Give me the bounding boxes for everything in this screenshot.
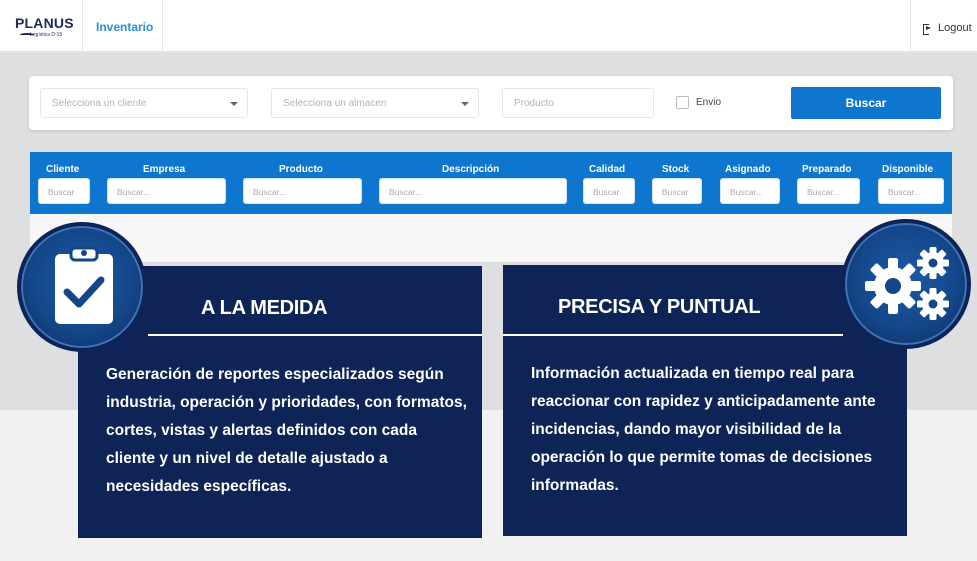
panel-title-a-la-medida: A LA MEDIDA	[201, 297, 328, 319]
envio-label: Envio	[696, 97, 722, 108]
sign-out-icon	[923, 23, 933, 35]
column-header-calidad[interactable]: Calidad	[589, 164, 625, 175]
filter-input-asignado[interactable]: Buscar...	[720, 178, 780, 204]
filter-input-stock[interactable]: Buscar	[652, 178, 702, 204]
panel-divider	[148, 334, 482, 336]
column-header-producto[interactable]: Producto	[279, 164, 323, 175]
planus-logo[interactable]: PLANUS Logística D-15	[8, 6, 80, 44]
gears-icon-graphic	[865, 247, 949, 320]
column-header-asignado[interactable]: Asignado	[725, 164, 771, 175]
producto-input-placeholder: Producto	[514, 98, 555, 109]
column-header-cliente[interactable]: Cliente	[46, 164, 79, 175]
logout-button[interactable]: Logout	[923, 22, 972, 35]
column-header-descripcion[interactable]: Descripción	[442, 164, 499, 175]
top-navbar: PLANUS Logística D-15 Inventario Logout	[0, 0, 977, 52]
filter-input-calidad[interactable]: Buscar	[583, 178, 635, 204]
almacen-select[interactable]: Selecciona un almacen	[271, 88, 479, 118]
filter-input-producto[interactable]: Buscar...	[243, 178, 362, 204]
nav-divider	[82, 0, 83, 52]
producto-input[interactable]: Producto	[502, 88, 654, 118]
envio-checkbox[interactable]	[676, 96, 689, 109]
nav-divider	[910, 0, 911, 52]
cliente-select-placeholder: Selecciona un cliente	[52, 98, 147, 109]
chevron-down-icon	[230, 102, 238, 106]
almacen-select-placeholder: Selecciona un almacen	[283, 98, 387, 109]
column-header-empresa[interactable]: Empresa	[143, 164, 185, 175]
panel-divider	[503, 334, 843, 336]
filter-input-descripcion[interactable]: Buscar...	[379, 178, 567, 204]
clipboard-check-icon-graphic	[55, 246, 113, 324]
buscar-button[interactable]: Buscar	[791, 87, 941, 119]
brand-name: PLANUS	[15, 15, 74, 31]
brand-tagline: Logística D-15	[30, 32, 63, 38]
panel-text-precisa-y-puntual: Información actualizada en tiempo real p…	[531, 365, 876, 494]
panel-title-precisa-y-puntual: PRECISA Y PUNTUAL	[558, 296, 761, 318]
panel-text-a-la-medida: Generación de reportes especializados se…	[106, 366, 467, 495]
column-header-stock[interactable]: Stock	[662, 164, 689, 175]
gears-icon	[841, 219, 971, 349]
filter-card: Selecciona un cliente Selecciona un alma…	[29, 76, 953, 130]
filter-input-disponible[interactable]: Buscar...	[878, 178, 944, 204]
filter-input-preparado[interactable]: Buscar...	[797, 178, 860, 204]
nav-divider	[162, 0, 163, 52]
nav-link-inventario[interactable]: Inventario	[96, 20, 153, 34]
inventory-table-body	[30, 214, 952, 262]
filter-input-empresa[interactable]: Buscar...	[107, 178, 226, 204]
logout-label: Logout	[938, 22, 972, 34]
column-header-disponible[interactable]: Disponible	[882, 164, 933, 175]
filter-input-cliente[interactable]: Buscar	[38, 178, 90, 204]
column-header-preparado[interactable]: Preparado	[802, 164, 851, 175]
chevron-down-icon	[461, 102, 469, 106]
cliente-select[interactable]: Selecciona un cliente	[40, 88, 248, 118]
clipboard-check-icon	[17, 222, 147, 352]
inventory-table-header: Cliente Empresa Producto Descripción Cal…	[30, 152, 952, 214]
